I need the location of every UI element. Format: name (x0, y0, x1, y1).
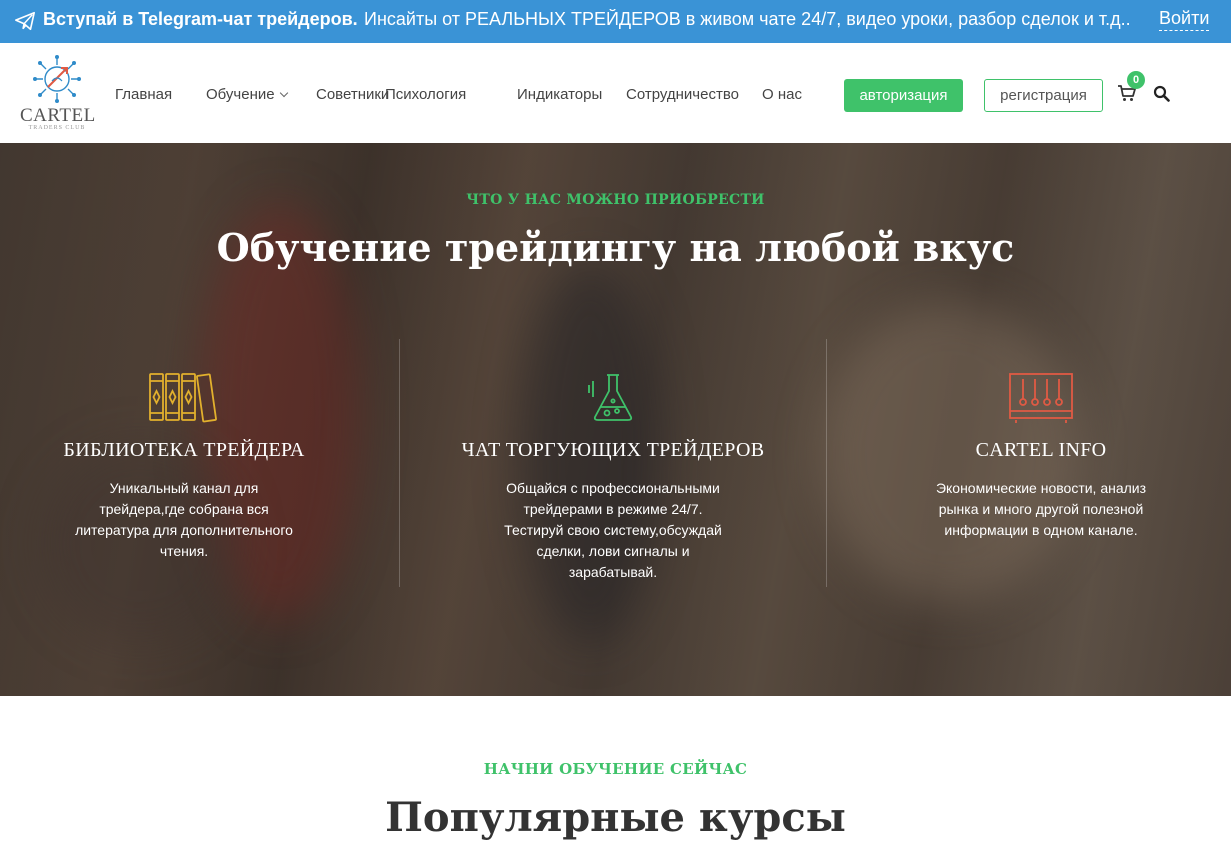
nav-item-indicators[interactable]: Индикаторы (517, 86, 602, 103)
feature-description: Общайся с профессиональными трейдерами в… (504, 480, 722, 580)
hero-section: ЧТО У НАС МОЖНО ПРИОБРЕСТИ Обучение трей… (0, 143, 1231, 696)
logo-subtext: TRADERS CLUB (28, 125, 86, 131)
paper-plane-icon (15, 11, 35, 31)
telegram-text: Инсайты от РЕАЛЬНЫХ ТРЕЙДЕРОВ в живом ча… (364, 9, 1131, 29)
telegram-banner: Вступай в Telegram-чат трейдеров. Инсайт… (0, 0, 1231, 43)
nav-item-psychology[interactable]: Психология (385, 86, 466, 103)
nav-item-education-label: Обучение (206, 86, 275, 103)
logo-emblem-icon (33, 55, 81, 103)
feature-description: Экономические новости, анализ рынка и мн… (935, 480, 1147, 538)
column-divider (399, 339, 400, 587)
hero-eyebrow: ЧТО У НАС МОЖНО ПРИОБРЕСТИ (466, 192, 765, 208)
site-header: CARTEL TRADERS CLUB Главная Обучение Сов… (0, 43, 1231, 143)
site-logo[interactable]: CARTEL TRADERS CLUB (20, 53, 96, 135)
telegram-headline: Вступай в Telegram-чат трейдеров. (43, 9, 358, 29)
feature-title: ЧАТ ТОРГУЮЩИХ ТРЕЙДЕРОВ (461, 439, 765, 461)
register-button[interactable]: регистрация (984, 79, 1103, 112)
feature-title: CARTEL INFO (975, 439, 1107, 461)
courses-eyebrow: НАЧНИ ОБУЧЕНИЕ СЕЙЧАС (483, 760, 748, 778)
search-icon[interactable] (1153, 85, 1170, 102)
nav-item-cooperation[interactable]: Сотрудничество (626, 86, 739, 103)
login-button[interactable]: авторизация (844, 79, 963, 112)
flask-icon (588, 374, 633, 421)
column-divider (826, 339, 827, 587)
chevron-down-icon (279, 88, 288, 98)
nav-item-education[interactable]: Обучение (206, 86, 288, 103)
feature-chat[interactable]: ЧАТ ТОРГУЮЩИХ ТРЕЙДЕРОВ Общайся с профес… (448, 371, 778, 583)
newtons-cradle-icon (1009, 373, 1073, 423)
feature-description: Уникальный канал для трейдера,где собран… (75, 480, 293, 559)
cart-count-badge: 0 (1127, 71, 1145, 89)
telegram-login-link[interactable]: Войти (1159, 8, 1210, 31)
courses-title: Популярные курсы (385, 794, 846, 841)
logo-text: CARTEL (20, 105, 96, 126)
nav-item-advisors[interactable]: Советники (316, 86, 389, 103)
feature-cartel-info[interactable]: CARTEL INFO Экономические новости, анали… (876, 371, 1206, 541)
feature-library[interactable]: БИБЛИОТЕКА ТРЕЙДЕРА Уникальный канал для… (19, 371, 349, 562)
nav-item-about[interactable]: О нас (762, 86, 802, 103)
feature-title: БИБЛИОТЕКА ТРЕЙДЕРА (63, 439, 305, 461)
nav-item-home[interactable]: Главная (115, 86, 172, 103)
books-icon (149, 373, 217, 423)
hero-title: Обучение трейдингу на любой вкус (216, 225, 1015, 270)
